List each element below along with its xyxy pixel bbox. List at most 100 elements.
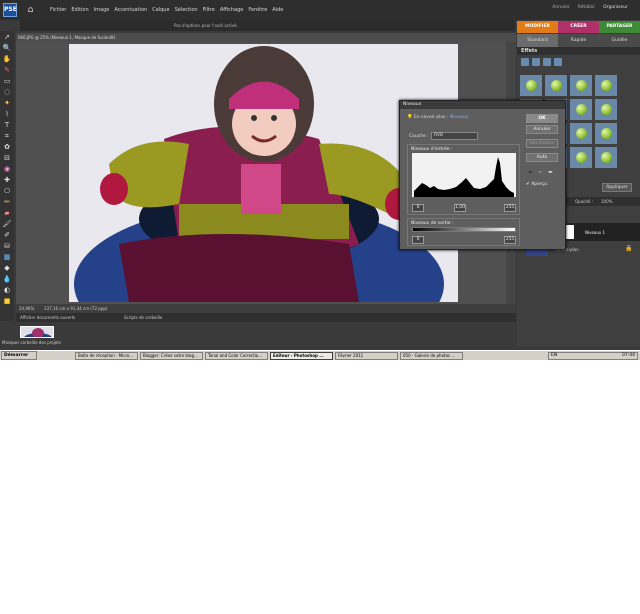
shape-tool-icon[interactable]: ◆ xyxy=(2,264,12,273)
menu-image[interactable]: Image xyxy=(94,7,110,13)
home-icon[interactable]: ⌂ xyxy=(25,5,36,16)
task-button[interactable]: Boîte de réception - Micro... xyxy=(75,351,138,360)
histogram-graph xyxy=(414,157,514,197)
project-bin-tabs: Afficher documents ouverts Scripts de co… xyxy=(16,313,516,322)
effect-thumbnail[interactable] xyxy=(595,75,617,96)
clone-stamp-icon[interactable]: ⎔ xyxy=(2,187,12,196)
windows-taskbar: Démarrer Boîte de réception - Micro... B… xyxy=(0,350,640,360)
cookie-cutter-icon[interactable]: ✿ xyxy=(2,143,12,152)
tab-guidee[interactable]: Guidée xyxy=(599,34,640,47)
eyedropper-tool-icon[interactable]: ✎ xyxy=(2,66,12,75)
task-button[interactable]: 050 - Galerie de photos ... xyxy=(400,351,463,360)
red-eye-tool-icon[interactable]: ◉ xyxy=(2,165,12,174)
white-eyedropper-icon[interactable]: ✒ xyxy=(548,169,553,176)
cancel-button[interactable]: Annuler xyxy=(526,125,558,134)
apply-effect-button[interactable]: Appliquer xyxy=(602,183,632,192)
output-white-value[interactable]: 255 xyxy=(504,236,516,244)
effect-thumbnail[interactable] xyxy=(520,75,542,96)
effect-thumbnail[interactable] xyxy=(570,75,592,96)
ok-button[interactable]: OK xyxy=(526,114,558,123)
input-gamma-value[interactable]: 1,00 xyxy=(454,204,466,212)
organizer-button[interactable]: Organiseur xyxy=(603,5,628,10)
menu-fenetre[interactable]: Fenêtre xyxy=(248,7,267,13)
learn-more-link[interactable]: Niveaux xyxy=(450,115,468,120)
brush-tool-icon[interactable]: 🖌 xyxy=(2,220,12,229)
paint-bucket-icon[interactable]: ⛁ xyxy=(2,242,12,251)
bin-thumbnail[interactable] xyxy=(20,326,54,338)
effect-thumbnail[interactable] xyxy=(570,147,592,168)
levels-dialog-title: Niveaux xyxy=(400,101,565,109)
gray-eyedropper-icon[interactable]: ✒ xyxy=(538,169,543,176)
magic-wand-tool-icon[interactable]: ✦ xyxy=(2,99,12,108)
input-black-value[interactable]: 0 xyxy=(412,204,424,212)
tab-partager[interactable]: PARTAGER xyxy=(599,21,640,33)
task-button[interactable]: Blogger: Créez votre blog... xyxy=(140,351,203,360)
smart-brush-icon[interactable]: ✐ xyxy=(2,231,12,240)
tab-modifier[interactable]: MODIFIER xyxy=(517,21,558,33)
photo-effects-icon[interactable] xyxy=(543,58,551,66)
menu-selection[interactable]: Sélection xyxy=(175,7,198,13)
menu-fichier[interactable]: Fichier xyxy=(50,7,66,13)
menu-calque[interactable]: Calque xyxy=(152,7,169,13)
blur-tool-icon[interactable]: 💧 xyxy=(2,275,12,284)
hide-project-bin-toggle[interactable]: Masquer corbeille des projets xyxy=(2,340,61,345)
filters-icon[interactable] xyxy=(521,58,529,66)
output-black-value[interactable]: 0 xyxy=(412,236,424,244)
effect-thumbnail[interactable] xyxy=(595,123,617,144)
start-button[interactable]: Démarrer xyxy=(1,351,37,360)
effect-thumbnail[interactable] xyxy=(595,147,617,168)
document-size: 137,16 cm x 91,44 cm (72 ppp) xyxy=(44,306,108,311)
preview-checkbox[interactable]: ✔ Aperçu xyxy=(526,182,547,187)
pencil-tool-icon[interactable]: ✏ xyxy=(2,198,12,207)
sponge-tool-icon[interactable]: ◐ xyxy=(2,286,12,295)
tab-creer[interactable]: CRÉER xyxy=(558,21,599,33)
language-indicator[interactable]: EN xyxy=(551,353,557,359)
marquee-tool-icon[interactable]: ▭ xyxy=(2,77,12,86)
layer-styles-icon[interactable] xyxy=(532,58,540,66)
lasso-tool-icon[interactable]: ◌ xyxy=(2,88,12,97)
all-effects-icon[interactable] xyxy=(554,58,562,66)
gradient-tool-icon[interactable]: ▦ xyxy=(2,253,12,262)
straighten-tool-icon[interactable]: ⊟ xyxy=(2,154,12,163)
bin-scripts-button[interactable]: Scripts de corbeille xyxy=(124,315,162,320)
options-bar: Pas d'options pour l'outil activé. xyxy=(20,20,515,31)
crop-tool-icon[interactable]: ⌗ xyxy=(2,132,12,141)
color-swatch-icon[interactable]: ■ xyxy=(2,297,12,306)
menu-accentuation[interactable]: Accentuation xyxy=(114,7,147,13)
effect-thumbnail[interactable] xyxy=(595,99,617,120)
menu-filtre[interactable]: Filtre xyxy=(203,7,215,13)
healing-brush-icon[interactable]: ✚ xyxy=(2,176,12,185)
opacity-value[interactable]: 100% xyxy=(601,197,612,206)
eraser-tool-icon[interactable]: ▰ xyxy=(2,209,12,218)
black-eyedropper-icon[interactable]: ✒ xyxy=(528,169,533,176)
zoom-level[interactable]: 24,96% xyxy=(19,304,34,313)
tab-rapide[interactable]: Rapide xyxy=(558,34,599,47)
channel-select[interactable]: RVB xyxy=(431,132,478,140)
zoom-tool-icon[interactable]: 🔍 xyxy=(2,44,12,53)
task-button[interactable]: Février 2011 xyxy=(335,351,398,360)
selection-brush-icon[interactable]: ⌇ xyxy=(2,110,12,119)
open-documents-select[interactable]: Afficher documents ouverts xyxy=(20,315,75,320)
effect-thumbnail[interactable] xyxy=(545,75,567,96)
auto-button[interactable]: Auto xyxy=(526,153,558,162)
output-gradient-slider[interactable] xyxy=(412,227,516,232)
effect-thumbnail[interactable] xyxy=(570,123,592,144)
clock[interactable]: 07:44 xyxy=(622,353,635,359)
move-tool-icon[interactable]: ➚ xyxy=(2,33,12,42)
histogram xyxy=(412,153,516,197)
input-white-value[interactable]: 255 xyxy=(504,204,516,212)
menu-affichage[interactable]: Affichage xyxy=(220,7,244,13)
tab-standard[interactable]: Standard xyxy=(517,34,558,47)
task-button-active[interactable]: Editeur - Photoshop ... xyxy=(270,351,333,360)
undo-button[interactable]: Annuler xyxy=(552,5,570,10)
text-tool-icon[interactable]: T xyxy=(2,121,12,130)
menu-aide[interactable]: Aide xyxy=(272,7,283,13)
hand-tool-icon[interactable]: ✋ xyxy=(2,55,12,64)
effect-thumbnail[interactable] xyxy=(570,99,592,120)
apple-icon xyxy=(575,128,587,139)
reset-button[interactable]: Réinitialiser xyxy=(526,139,558,148)
task-button[interactable]: Tonal and Color Correctio... xyxy=(205,351,268,360)
redo-button[interactable]: Rétablir xyxy=(578,5,595,10)
effects-panel-title[interactable]: Effets xyxy=(517,47,640,55)
menu-edition[interactable]: Edition xyxy=(71,7,88,13)
